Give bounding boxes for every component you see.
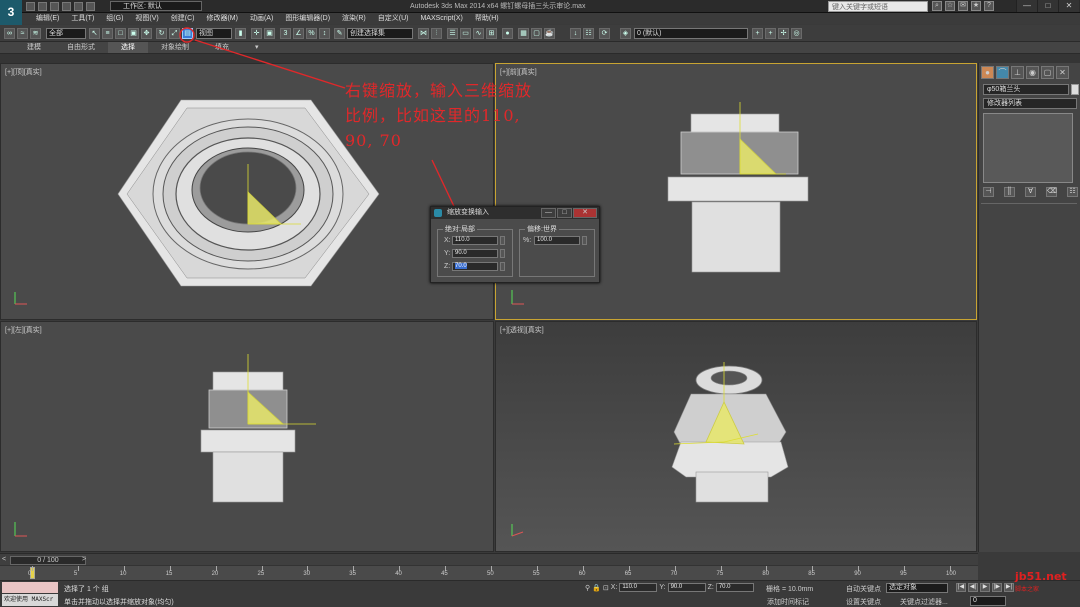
z-input[interactable]: 70.0 <box>452 262 498 271</box>
percent-spinner[interactable] <box>582 236 587 245</box>
track-tick-label: 95 <box>900 571 907 577</box>
prompt-line: 单击并拖动以选择并缩放对象(均匀) <box>64 599 174 606</box>
offset-world-group: 偏移:世界 %: 100.0 <box>519 226 595 277</box>
app-icon <box>434 209 442 217</box>
z-label: Z: <box>444 263 451 270</box>
prev-frame-arrow-icon[interactable]: < <box>2 556 6 563</box>
next-frame-icon[interactable]: |▶ <box>992 583 1002 592</box>
dialog-window-controls: — □ ✕ <box>541 208 597 218</box>
percent-input[interactable]: 100.0 <box>534 236 580 245</box>
dialog-close-button[interactable]: ✕ <box>573 208 597 218</box>
set-key-button[interactable]: 设置关键点 <box>846 597 881 607</box>
y-row: Y: 90.0 <box>444 249 505 258</box>
go-to-end-icon[interactable]: ▶| <box>1004 583 1014 592</box>
grid-size: 栅格 = 10.0mm <box>766 586 814 593</box>
time-slider-thumb[interactable]: 0 / 100 <box>10 556 86 565</box>
percent-row: %: 100.0 <box>523 236 587 245</box>
watermark: jb51.net <box>1015 570 1067 583</box>
track-tick-label: 70 <box>670 571 678 577</box>
track-tick-label: 65 <box>624 571 632 577</box>
lock-selection-icon[interactable]: 🔒 <box>592 584 601 592</box>
playback-controls: |◀ ◀| ▶ |▶ ▶| <box>956 583 1014 592</box>
add-time-tag-button[interactable]: 添加时间标记 <box>767 597 809 607</box>
dialog-maximize-button[interactable]: □ <box>557 208 572 218</box>
track-tick-label: 0 <box>28 571 32 577</box>
z-spinner[interactable] <box>500 262 505 271</box>
track-tick-label: 35 <box>349 571 356 577</box>
track-tick-label: 30 <box>303 571 311 577</box>
selection-status: 选择了 1 个 组 <box>64 586 109 593</box>
x-coord-label: X: <box>610 584 618 591</box>
current-frame-field[interactable]: 0 <box>970 596 1006 606</box>
track-tick <box>32 566 33 571</box>
maxscript-listener[interactable]: 欢迎使用 MAXScr <box>2 594 58 606</box>
absolute-group-title: 绝对:局部 <box>443 226 477 234</box>
x-label: X: <box>444 237 451 244</box>
prev-frame-icon[interactable]: ◀| <box>968 583 978 592</box>
track-tick <box>77 566 79 571</box>
coordinate-display: ⚲ 🔒 ⊡ X: 110.0 Y: 90.0 Z: 70.0 <box>585 583 754 592</box>
key-filters-button[interactable]: 关键点过滤器... <box>900 597 948 607</box>
track-tick-label: 90 <box>854 571 861 577</box>
z-coord-label: Z: <box>707 584 714 591</box>
maxscript-listener-top[interactable] <box>2 582 58 593</box>
x-spinner[interactable] <box>500 236 505 245</box>
scale-transform-dialog: 缩放变换输入 — □ ✕ 绝对:局部 X: 110.0 Y: 90.0 Z: 7… <box>430 206 600 283</box>
y-input[interactable]: 90.0 <box>452 249 498 258</box>
relative-mode-icon[interactable]: ⊡ <box>603 584 609 592</box>
watermark-subtitle: 脚本之家 <box>1015 587 1040 593</box>
track-tick-label: 60 <box>578 571 586 577</box>
auto-key-button[interactable]: 自动关键点 <box>846 584 881 594</box>
track-tick-label: 50 <box>487 571 494 577</box>
time-slider: < 0 / 100 > <box>0 553 978 565</box>
annotation-arrows <box>179 27 501 273</box>
selection-set-dropdown[interactable]: 选定对象 <box>886 583 948 593</box>
track-tick-label: 20 <box>211 571 219 577</box>
z-input-selection: 70.0 <box>455 263 467 269</box>
absolute-local-group: 绝对:局部 X: 110.0 Y: 90.0 Z: 70.0 <box>437 226 513 277</box>
offset-group-title: 偏移:世界 <box>525 226 559 234</box>
track-tick-label: 25 <box>257 571 265 577</box>
x-coord-input[interactable]: 110.0 <box>619 583 658 592</box>
isolate-icon[interactable]: ⚲ <box>585 584 590 592</box>
status-bar: 欢迎使用 MAXScr 选择了 1 个 组 单击并拖动以选择并缩放对象(均匀) … <box>0 580 1080 607</box>
x-row: X: 110.0 <box>444 236 505 245</box>
y-coord-label: Y: <box>659 584 666 591</box>
track-tick-label: 80 <box>762 571 770 577</box>
track-bar[interactable]: 0 5 10 15 20 25 30 35 40 45 50 55 60 65 70 75 80 85 90 95 10… <box>0 565 978 580</box>
track-tick-label: 5 <box>73 571 78 577</box>
track-tick-label: 40 <box>395 571 402 577</box>
track-tick-label: 55 <box>532 571 540 577</box>
track-tick-label: 100 <box>946 571 957 577</box>
track-tick-label: 75 <box>716 571 724 577</box>
track-tick-label: 15 <box>165 571 173 577</box>
dialog-minimize-button[interactable]: — <box>541 208 556 218</box>
track-tick-label: 85 <box>808 571 815 577</box>
z-coord-input[interactable]: 70.0 <box>715 583 754 592</box>
go-to-start-icon[interactable]: |◀ <box>956 583 966 592</box>
track-tick-label: 10 <box>119 571 127 577</box>
y-coord-input[interactable]: 90.0 <box>667 583 706 592</box>
y-spinner[interactable] <box>500 249 505 258</box>
percent-label: %: <box>523 237 532 244</box>
x-input[interactable]: 110.0 <box>452 236 498 245</box>
next-frame-arrow-icon[interactable]: > <box>82 556 86 563</box>
play-icon[interactable]: ▶ <box>980 583 990 592</box>
track-tick-label: 45 <box>441 571 448 577</box>
z-row: Z: 70.0 <box>444 262 505 271</box>
y-label: Y: <box>444 250 451 257</box>
